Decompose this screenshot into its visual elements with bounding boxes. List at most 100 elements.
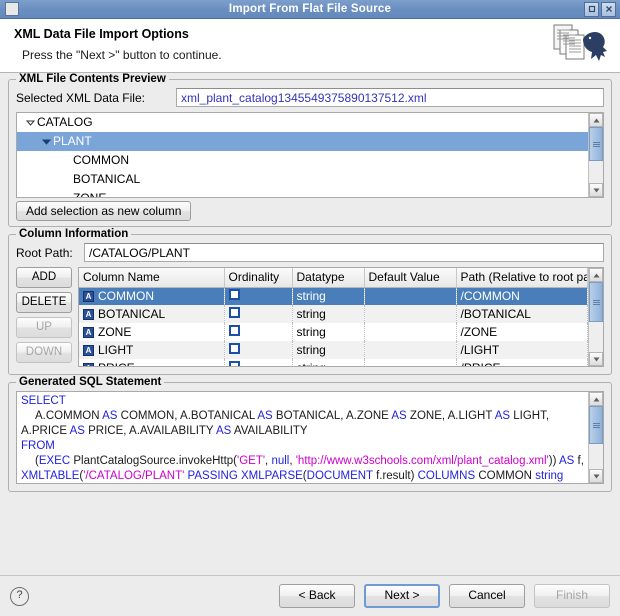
scroll-up-icon[interactable] bbox=[589, 268, 603, 282]
cell-ordinality[interactable] bbox=[224, 305, 293, 323]
scroll-down-icon[interactable] bbox=[589, 469, 603, 483]
attribute-icon: A bbox=[83, 290, 94, 302]
header-path[interactable]: Path (Relative to root path) bbox=[456, 268, 588, 288]
wizard-body: XML File Contents Preview Selected XML D… bbox=[0, 73, 620, 575]
cell-default-value[interactable] bbox=[364, 341, 457, 359]
scroll-down-icon[interactable] bbox=[589, 352, 603, 366]
add-selection-row: Add selection as new column bbox=[16, 201, 604, 221]
window-controls bbox=[584, 1, 618, 17]
cell-ordinality[interactable] bbox=[224, 323, 293, 341]
ordinality-checkbox[interactable] bbox=[228, 361, 240, 366]
root-path-input[interactable]: /CATALOG/PLANT bbox=[84, 243, 604, 262]
scroll-grip-icon bbox=[592, 422, 600, 429]
tree-node-label: ZONE bbox=[73, 189, 106, 197]
add-selection-as-new-column-button[interactable]: Add selection as new column bbox=[16, 201, 192, 221]
ordinality-checkbox[interactable] bbox=[228, 343, 240, 354]
cell-path[interactable]: /LIGHT bbox=[456, 341, 588, 359]
column-table-scroll-track[interactable] bbox=[589, 282, 603, 352]
cell-column-name[interactable]: A COMMON bbox=[79, 287, 225, 305]
cell-datatype[interactable]: string bbox=[292, 341, 365, 359]
cell-ordinality[interactable] bbox=[224, 359, 293, 366]
cell-path[interactable]: /COMMON bbox=[456, 287, 588, 305]
next-button[interactable]: Next > bbox=[364, 584, 440, 608]
column-grid: Column Name Ordinality Datatype Default … bbox=[79, 268, 588, 366]
cell-column-name[interactable]: A BOTANICAL bbox=[79, 305, 225, 323]
tree-node-common[interactable]: COMMON bbox=[17, 151, 588, 170]
cell-ordinality[interactable] bbox=[224, 287, 293, 305]
selected-file-input[interactable]: xml_plant_catalog1345549375890137512.xml bbox=[176, 88, 604, 107]
triangle-down-icon[interactable] bbox=[23, 118, 37, 127]
cell-default-value[interactable] bbox=[364, 359, 457, 366]
root-path-row: Root Path: /CATALOG/PLANT bbox=[16, 243, 604, 262]
tree-node-catalog[interactable]: CATALOG bbox=[17, 113, 588, 132]
table-row[interactable]: A PRICE string /PRICE bbox=[79, 359, 588, 366]
generated-sql-box[interactable]: SELECT A.COMMON AS COMMON, A.BOTANICAL A… bbox=[16, 391, 604, 484]
column-table-scrollbar[interactable] bbox=[588, 268, 603, 366]
tree-node-plant[interactable]: PLANT bbox=[17, 132, 588, 151]
delete-column-button[interactable]: DELETE bbox=[16, 292, 72, 313]
help-icon[interactable]: ? bbox=[10, 586, 29, 606]
cell-default-value[interactable] bbox=[364, 287, 457, 305]
move-down-button[interactable]: DOWN bbox=[16, 342, 72, 363]
cell-datatype[interactable]: string bbox=[292, 359, 365, 366]
close-icon[interactable] bbox=[601, 1, 616, 17]
xml-tree-scrollbar[interactable] bbox=[588, 113, 603, 197]
column-table[interactable]: Column Name Ordinality Datatype Default … bbox=[78, 267, 604, 367]
scroll-up-icon[interactable] bbox=[589, 113, 603, 127]
cell-path[interactable]: /BOTANICAL bbox=[456, 305, 588, 323]
column-action-buttons: ADD DELETE UP DOWN bbox=[16, 267, 78, 363]
column-table-wrap: Column Name Ordinality Datatype Default … bbox=[79, 268, 588, 366]
header-default-value[interactable]: Default Value bbox=[364, 268, 457, 288]
cell-ordinality[interactable] bbox=[224, 341, 293, 359]
cell-column-name[interactable]: A LIGHT bbox=[79, 341, 225, 359]
header-ordinality[interactable]: Ordinality bbox=[224, 268, 293, 288]
maximize-icon[interactable] bbox=[584, 1, 599, 17]
page-subtitle: Press the "Next >" button to continue. bbox=[22, 48, 222, 62]
table-row[interactable]: A COMMON string /COMMON bbox=[79, 287, 588, 305]
column-name-text: PRICE bbox=[98, 361, 135, 366]
header-column-name[interactable]: Column Name bbox=[79, 268, 225, 288]
table-row[interactable]: A LIGHT string /LIGHT bbox=[79, 341, 588, 359]
cell-datatype[interactable]: string bbox=[292, 287, 365, 305]
wizard-header: XML Data File Import Options Press the "… bbox=[0, 19, 620, 73]
scroll-up-icon[interactable] bbox=[589, 392, 603, 406]
cell-datatype[interactable]: string bbox=[292, 323, 365, 341]
cell-default-value[interactable] bbox=[364, 323, 457, 341]
window-icon bbox=[5, 2, 19, 16]
column-name-text: ZONE bbox=[98, 325, 132, 339]
generated-sql-scrollbar[interactable] bbox=[588, 392, 603, 483]
move-up-button[interactable]: UP bbox=[16, 317, 72, 338]
generated-sql-text[interactable]: SELECT A.COMMON AS COMMON, A.BOTANICAL A… bbox=[17, 392, 588, 483]
root-path-label: Root Path: bbox=[16, 245, 73, 260]
xml-tree[interactable]: CATALOG PLANT COMMON BOTANICAL bbox=[16, 112, 604, 198]
cell-column-name[interactable]: A ZONE bbox=[79, 323, 225, 341]
ordinality-checkbox[interactable] bbox=[228, 307, 240, 318]
back-button[interactable]: < Back bbox=[279, 584, 355, 608]
table-row[interactable]: A ZONE string /ZONE bbox=[79, 323, 588, 341]
table-row[interactable]: A BOTANICAL string /BOTANICAL bbox=[79, 305, 588, 323]
column-name-text: BOTANICAL bbox=[98, 307, 166, 321]
triangle-down-icon[interactable] bbox=[39, 137, 53, 146]
tree-node-label: PLANT bbox=[53, 134, 92, 148]
cell-path[interactable]: /ZONE bbox=[456, 323, 588, 341]
cell-path[interactable]: /PRICE bbox=[456, 359, 588, 366]
tree-node-botanical[interactable]: BOTANICAL bbox=[17, 170, 588, 189]
generated-sql-scroll-thumb[interactable] bbox=[589, 406, 603, 444]
scroll-down-icon[interactable] bbox=[589, 183, 603, 197]
ordinality-checkbox[interactable] bbox=[228, 289, 240, 301]
xml-tree-scroll-track[interactable] bbox=[589, 127, 603, 183]
cell-datatype[interactable]: string bbox=[292, 305, 365, 323]
cancel-button[interactable]: Cancel bbox=[449, 584, 525, 608]
selected-file-row: Selected XML Data File: xml_plant_catalo… bbox=[16, 88, 604, 107]
generated-sql-scroll-track[interactable] bbox=[589, 406, 603, 469]
ordinality-checkbox[interactable] bbox=[228, 325, 240, 336]
tree-node-zone[interactable]: ZONE bbox=[17, 189, 588, 197]
header-datatype[interactable]: Datatype bbox=[292, 268, 365, 288]
column-table-scroll-thumb[interactable] bbox=[589, 282, 603, 322]
finish-button[interactable]: Finish bbox=[534, 584, 610, 608]
xml-tree-scroll-thumb[interactable] bbox=[589, 127, 603, 161]
cell-default-value[interactable] bbox=[364, 305, 457, 323]
cell-column-name[interactable]: A PRICE bbox=[79, 359, 225, 366]
sql-line-from: FROM bbox=[21, 440, 55, 452]
add-column-button[interactable]: ADD bbox=[16, 267, 72, 288]
